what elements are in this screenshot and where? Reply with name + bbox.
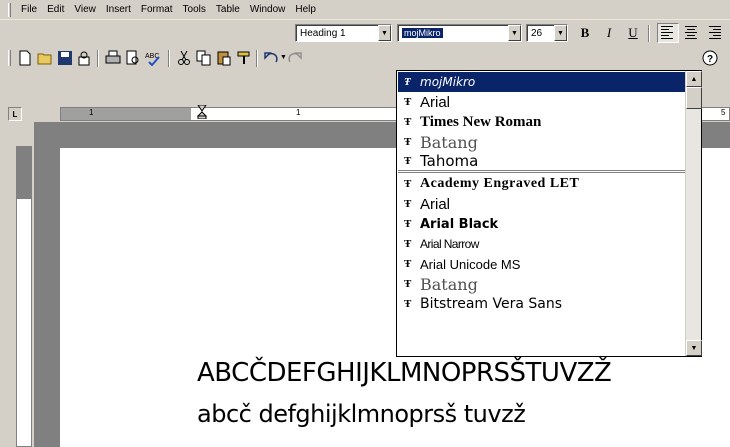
print-preview-icon[interactable] [125,50,141,66]
save-icon[interactable] [57,50,73,66]
truetype-icon: Ŧ [404,218,412,230]
document-text-uppercase[interactable]: ABCČDEFGHIJKLMNOPRSŠTUVZŽ [197,358,612,388]
new-document-icon[interactable] [17,50,33,66]
italic-button[interactable]: I [599,24,619,42]
font-list-scrollbar[interactable]: ▲ ▼ [685,71,702,356]
truetype-icon: Ŧ [404,155,412,167]
toolbar-separator [256,50,258,67]
bold-button[interactable]: B [575,24,595,42]
truetype-icon: Ŧ [404,258,412,270]
toolbar-grip[interactable] [8,2,11,17]
truetype-icon: Ŧ [404,178,412,190]
font-option-bitstream-vera-sans[interactable]: Ŧ Bitstream Vera Sans [398,294,685,314]
toolbar-grip[interactable] [8,50,11,66]
truetype-icon: Ŧ [404,278,412,290]
font-option-arial-narrow[interactable]: Ŧ Arial Narrow [398,234,685,254]
ruler-number: 1 [296,108,301,117]
scroll-down-icon[interactable]: ▼ [686,340,702,356]
tab-selector[interactable]: L [8,107,22,121]
chevron-down-icon[interactable]: ▼ [280,54,287,61]
permission-icon[interactable] [77,50,93,66]
cut-icon[interactable] [176,50,192,66]
truetype-icon: Ŧ [404,96,412,108]
font-combo[interactable]: mojMikro ▼ [397,24,522,42]
copy-icon[interactable] [196,50,212,66]
font-option-academy-engraved-let[interactable]: Ŧ Academy Engraved LET [398,174,685,194]
font-option-mojmikro[interactable]: ŦmojMikro [398,72,685,92]
font-option-arial-black[interactable]: Ŧ Arial Black [398,214,685,234]
align-left-icon [661,26,675,39]
font-option-arial-unicode-ms[interactable]: Ŧ Arial Unicode MS [398,254,685,274]
ruler-number: 1 [89,108,94,117]
font-size-combo[interactable]: 26 ▼ [526,24,568,42]
align-right-icon[interactable] [707,26,721,39]
chevron-down-icon[interactable]: ▼ [554,25,567,41]
menu-help[interactable]: Help [290,2,321,17]
font-option-tahoma[interactable]: Ŧ Tahoma [398,152,685,170]
open-folder-icon[interactable] [37,50,53,66]
svg-text:?: ? [707,54,713,65]
truetype-icon: Ŧ [404,198,412,210]
toolbar-separator [648,25,650,42]
recent-fonts-separator [398,170,685,173]
truetype-icon: Ŧ [404,76,411,88]
font-size-value: 26 [531,27,543,39]
menu-format[interactable]: Format [136,2,178,17]
scrollbar-thumb[interactable] [686,87,702,109]
font-option-times-new-roman[interactable]: Ŧ Times New Roman [398,112,685,132]
scroll-up-icon[interactable]: ▲ [686,71,702,87]
menu-file[interactable]: File [16,2,42,17]
font-option-batang[interactable]: Ŧ Batang [398,274,685,294]
toolbar-separator [97,50,99,67]
document-text-lowercase[interactable]: abcč defghijklmnoprsš tuvzž [197,400,526,428]
redo-icon[interactable] [287,50,303,66]
truetype-icon: Ŧ [404,136,412,148]
spelling-icon[interactable]: ABC [145,50,161,66]
menu-tools[interactable]: Tools [178,2,211,17]
menu-table[interactable]: Table [211,2,245,17]
menu-window[interactable]: Window [245,2,291,17]
toolbar-separator [168,50,170,67]
vertical-ruler[interactable] [16,146,32,447]
undo-icon[interactable] [263,50,279,66]
chevron-down-icon[interactable]: ▼ [378,25,391,41]
font-value: mojMikro [402,28,443,38]
underline-button[interactable]: U [623,24,643,42]
truetype-icon: Ŧ [404,116,412,128]
truetype-icon: Ŧ [404,298,412,310]
menu-bar: File Edit View Insert Format Tools Table… [0,0,730,20]
standard-toolbar: ABC ▼ ? [0,46,730,71]
chevron-down-icon[interactable]: ▼ [508,25,521,41]
style-value: Heading 1 [300,27,346,39]
ruler-margin [17,147,31,199]
paste-icon[interactable] [216,50,232,66]
menu-insert[interactable]: Insert [101,2,136,17]
help-icon[interactable]: ? [702,50,718,66]
ruler-margin [61,108,191,120]
font-option-arial[interactable]: Ŧ Arial [398,92,685,112]
print-icon[interactable] [105,50,121,66]
menu-edit[interactable]: Edit [42,2,69,17]
font-dropdown-list: ŦmojMikro Ŧ Arial Ŧ Times New Roman Ŧ Batan… [396,70,702,357]
font-option-arial[interactable]: Ŧ Arial [398,194,685,214]
truetype-icon: Ŧ [404,238,411,250]
ruler-number: 5 [721,108,726,117]
format-painter-icon[interactable] [236,50,252,66]
font-option-batang[interactable]: Ŧ Batang [398,132,685,152]
formatting-toolbar: Heading 1 ▼ mojMikro ▼ 26 ▼ B I U [0,21,730,45]
menu-view[interactable]: View [69,2,101,17]
center-icon[interactable] [684,26,698,39]
style-combo[interactable]: Heading 1 ▼ [295,24,392,42]
indent-marker[interactable] [197,105,207,119]
